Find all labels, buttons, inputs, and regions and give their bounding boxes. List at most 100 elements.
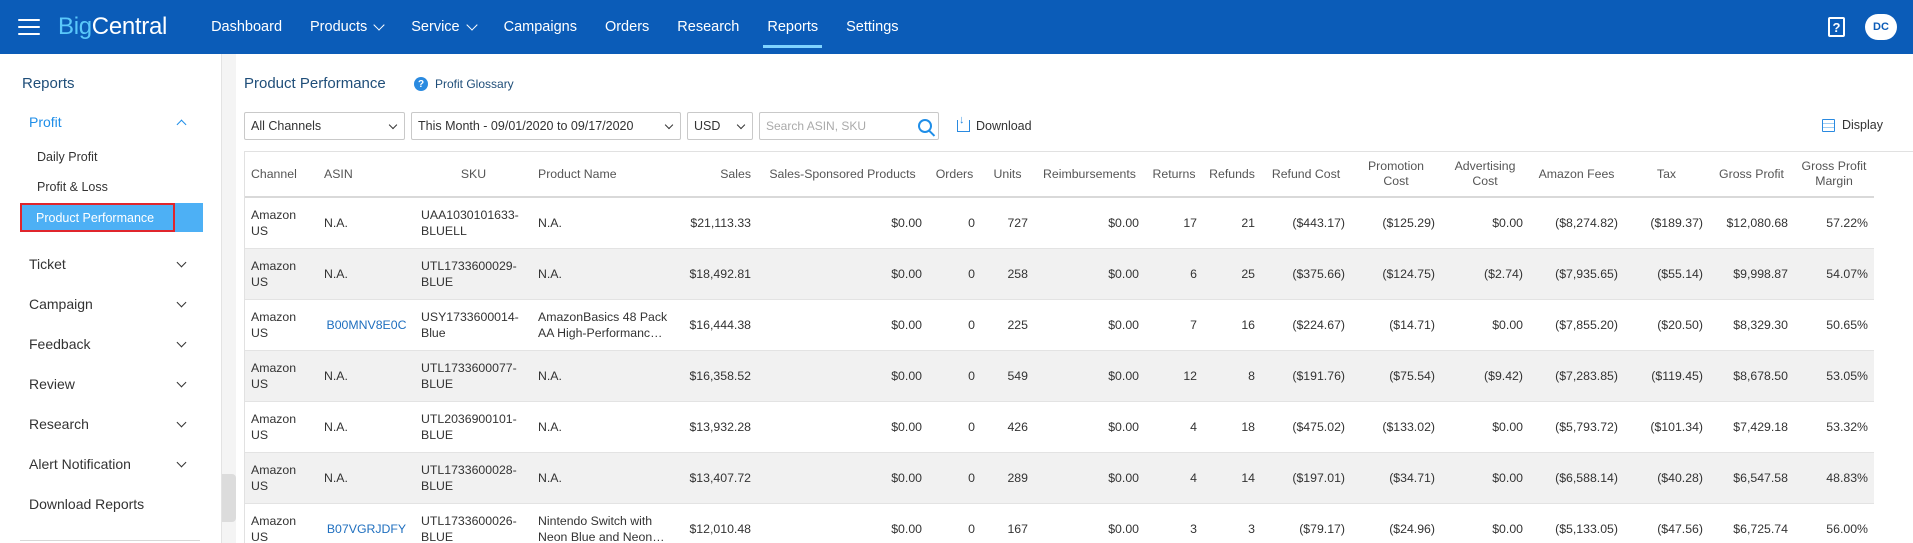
search-icon[interactable] xyxy=(918,119,932,133)
sidebar-section-review[interactable]: Review xyxy=(29,376,199,392)
currency-select[interactable]: USD xyxy=(687,112,753,140)
table-cell: $0.00 xyxy=(757,452,928,504)
table-row[interactable]: Amazon US N.A. UTL1733600029-BLUE N.A. $18,4… xyxy=(245,248,1874,300)
column-header[interactable]: Returns xyxy=(1145,152,1203,198)
table-cell: ($20.50) xyxy=(1624,299,1709,351)
column-header[interactable]: ASIN xyxy=(318,152,415,198)
column-header[interactable]: Sales xyxy=(675,152,757,198)
avatar[interactable]: DC xyxy=(1865,14,1897,40)
table-cell: $9,998.87 xyxy=(1709,248,1794,300)
table-cell: 549 xyxy=(981,350,1034,402)
nav-research[interactable]: Research xyxy=(663,0,753,54)
column-header[interactable]: Tax xyxy=(1624,152,1709,198)
product-performance-table-container[interactable]: Channel ASIN SKU Product Name Sales Sales-Spo… xyxy=(244,151,1913,543)
hamburger-menu-icon[interactable] xyxy=(18,19,40,35)
table-cell: ($6,588.14) xyxy=(1529,452,1624,504)
sidebar-item-profit-loss[interactable]: Profit & Loss xyxy=(37,180,108,194)
sidebar-section-profit[interactable]: Profit xyxy=(29,114,199,130)
column-header[interactable]: Refund Cost xyxy=(1261,152,1351,198)
column-header[interactable]: Product Name xyxy=(532,152,675,198)
table-cell: 53.32% xyxy=(1794,401,1874,453)
table-row[interactable]: Amazon US N.A. UAA1030101633-BLUELL N.A. $21… xyxy=(245,197,1874,249)
table-row[interactable]: Amazon US B00MNV8E0C USY1733600014-Blue Ama… xyxy=(245,299,1874,351)
channel-select[interactable]: All Channels xyxy=(244,112,405,140)
column-header[interactable]: Sales-Sponsored Products xyxy=(757,152,928,198)
column-header[interactable]: Advertising Cost xyxy=(1441,152,1529,198)
search-input[interactable] xyxy=(766,119,918,133)
table-cell: $6,547.58 xyxy=(1709,452,1794,504)
sidebar-item-daily-profit[interactable]: Daily Profit xyxy=(37,150,97,164)
table-cell: ($101.34) xyxy=(1624,401,1709,453)
profit-glossary-link[interactable]: ? Profit Glossary xyxy=(414,77,514,91)
sidebar-section-label: Research xyxy=(29,416,89,432)
table-cell: AmazonBasics 48 Pack AA High-Performance… xyxy=(532,299,675,351)
sidebar-section-research[interactable]: Research xyxy=(29,416,199,432)
chevron-down-icon xyxy=(736,120,746,129)
column-header[interactable]: Channel xyxy=(245,152,318,198)
asin-link[interactable]: B07VGRJDFY xyxy=(327,522,406,536)
column-header[interactable]: Promotion Cost xyxy=(1351,152,1441,198)
table-cell: Amazon US xyxy=(245,452,318,504)
nav-products[interactable]: Products xyxy=(296,0,397,54)
table-cell: 48.83% xyxy=(1794,452,1874,504)
table-cell: ($133.02) xyxy=(1351,401,1441,453)
table-row[interactable]: Amazon US B07VGRJDFY UTL1733600026-BLUE Nin… xyxy=(245,503,1874,543)
sidebar-section-label: Alert Notification xyxy=(29,456,131,472)
column-header[interactable]: Units xyxy=(981,152,1034,198)
date-range-select[interactable]: This Month - 09/01/2020 to 09/17/2020 xyxy=(411,112,681,140)
download-label: Download xyxy=(976,119,1032,133)
display-button[interactable]: Display xyxy=(1822,118,1883,132)
table-cell: 18 xyxy=(1203,401,1261,453)
nav-campaigns[interactable]: Campaigns xyxy=(490,0,591,54)
column-header[interactable]: SKU xyxy=(415,152,532,198)
column-header[interactable]: Amazon Fees xyxy=(1529,152,1624,198)
nav-reports[interactable]: Reports xyxy=(753,0,832,54)
table-cell: 17 xyxy=(1145,197,1203,249)
sidebar-section-campaign[interactable]: Campaign xyxy=(29,296,199,312)
sidebar-item-product-performance[interactable]: Product Performance xyxy=(20,203,203,232)
table-cell: B00MNV8E0C xyxy=(318,299,415,351)
table-cell: ($8,274.82) xyxy=(1529,197,1624,249)
column-header[interactable]: Orders xyxy=(928,152,981,198)
table-cell: 0 xyxy=(928,503,981,543)
download-button[interactable]: Download xyxy=(957,114,1032,133)
sidebar-collapse-handle[interactable] xyxy=(222,474,236,522)
table-row[interactable]: Amazon US N.A. UTL1733600028-BLUE N.A. $13,4… xyxy=(245,452,1874,504)
sidebar-item-label: Product Performance xyxy=(36,210,155,225)
table-cell: 56.00% xyxy=(1794,503,1874,543)
sidebar-section-alert-notification[interactable]: Alert Notification xyxy=(29,456,199,472)
table-cell: 57.22% xyxy=(1794,197,1874,249)
column-header[interactable]: Gross Profit Margin xyxy=(1794,152,1874,198)
table-row[interactable]: Amazon US N.A. UTL1733600077-BLUE N.A. $16,3… xyxy=(245,350,1874,402)
sidebar-section-feedback[interactable]: Feedback xyxy=(29,336,199,352)
table-cell: 14 xyxy=(1203,452,1261,504)
table-cell: N.A. xyxy=(532,248,675,300)
nav-label: Dashboard xyxy=(211,19,283,35)
table-row[interactable]: Amazon US N.A. UTL2036900101-BLUE N.A. $13,9… xyxy=(245,401,1874,453)
main-nav: Dashboard Products Service Campaigns Ord… xyxy=(197,0,912,54)
table-cell: ($9.42) xyxy=(1441,350,1529,402)
nav-settings[interactable]: Settings xyxy=(832,0,912,54)
logo[interactable]: BigCentral xyxy=(58,13,167,41)
asin-link[interactable]: B00MNV8E0C xyxy=(327,318,407,332)
nav-dashboard[interactable]: Dashboard xyxy=(197,0,296,54)
table-cell: $0.00 xyxy=(1441,452,1529,504)
nav-service[interactable]: Service xyxy=(397,0,489,54)
sidebar-section-ticket[interactable]: Ticket xyxy=(29,256,199,272)
table-cell: $12,080.68 xyxy=(1709,197,1794,249)
table-cell: Amazon US xyxy=(245,350,318,402)
nav-orders[interactable]: Orders xyxy=(591,0,663,54)
table-cell: 258 xyxy=(981,248,1034,300)
nav-label: Settings xyxy=(846,19,899,35)
column-header[interactable]: Reimbursements xyxy=(1034,152,1145,198)
help-icon[interactable]: ? xyxy=(1828,17,1845,37)
column-header[interactable]: Refunds xyxy=(1203,152,1261,198)
table-cell: ($224.67) xyxy=(1261,299,1351,351)
sidebar-item-download-reports[interactable]: Download Reports xyxy=(29,496,199,512)
nav-label: Products xyxy=(310,19,368,35)
nav-label: Research xyxy=(677,19,740,35)
table-cell: $0.00 xyxy=(1034,503,1145,543)
column-header[interactable]: Gross Profit xyxy=(1709,152,1794,198)
chevron-down-icon xyxy=(176,257,187,267)
table-cell: $0.00 xyxy=(1034,401,1145,453)
